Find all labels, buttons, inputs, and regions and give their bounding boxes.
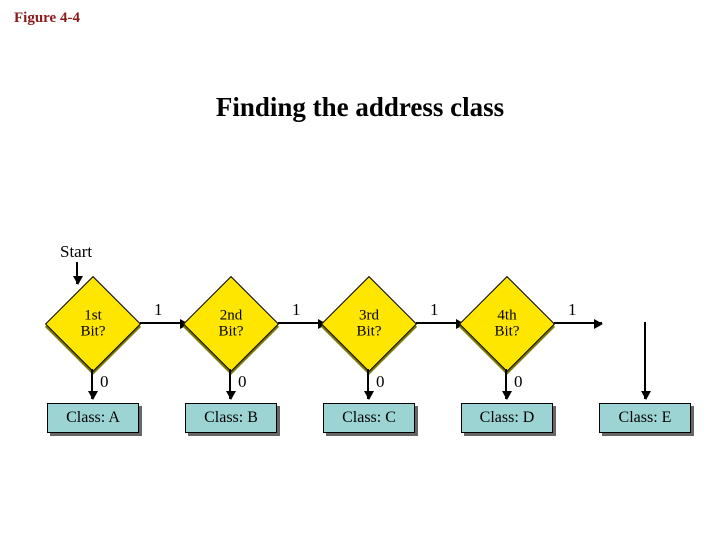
edge-d3-down-label: 0	[376, 372, 385, 392]
edge-d3-right-label: 1	[430, 300, 439, 320]
edge-d1-right-label: 1	[154, 300, 163, 320]
arrow-d4-down	[505, 369, 507, 399]
edge-d2-right-label: 1	[292, 300, 301, 320]
decision-bit-3-label: 3rdBit?	[334, 308, 404, 340]
arrow-d4-right	[554, 322, 602, 324]
class-box-b-label: Class: B	[204, 409, 258, 427]
class-box-c: Class: C	[323, 403, 415, 433]
decision-bit-1: 1stBit?	[45, 276, 141, 372]
class-box-d: Class: D	[461, 403, 553, 433]
edge-d2-down-label: 0	[238, 372, 247, 392]
arrow-d2-down	[229, 369, 231, 399]
figure-label: Figure 4-4	[14, 10, 80, 27]
decision-bit-4: 4thBit?	[459, 276, 555, 372]
arrow-final-down	[644, 322, 646, 399]
decision-bit-2-label: 2ndBit?	[196, 308, 266, 340]
arrow-d1-right	[140, 322, 188, 324]
arrow-d1-down	[91, 369, 93, 399]
edge-d4-right-label: 1	[568, 300, 577, 320]
arrow-d3-right	[416, 322, 464, 324]
class-box-b: Class: B	[185, 403, 277, 433]
arrow-start-down	[76, 262, 78, 284]
page-title: Finding the address class	[0, 92, 720, 123]
decision-bit-3: 3rdBit?	[321, 276, 417, 372]
edge-d4-down-label: 0	[514, 372, 523, 392]
class-box-a-label: Class: A	[66, 409, 120, 427]
decision-bit-1-label: 1stBit?	[58, 308, 128, 340]
decision-bit-4-label: 4thBit?	[472, 308, 542, 340]
decision-bit-2: 2ndBit?	[183, 276, 279, 372]
class-box-e: Class: E	[599, 403, 691, 433]
arrow-d2-right	[278, 322, 326, 324]
class-box-d-label: Class: D	[480, 409, 535, 427]
edge-d1-down-label: 0	[100, 372, 109, 392]
class-box-c-label: Class: C	[342, 409, 396, 427]
start-label: Start	[60, 242, 92, 262]
class-box-a: Class: A	[47, 403, 139, 433]
arrow-d3-down	[367, 369, 369, 399]
class-box-e-label: Class: E	[619, 409, 672, 427]
